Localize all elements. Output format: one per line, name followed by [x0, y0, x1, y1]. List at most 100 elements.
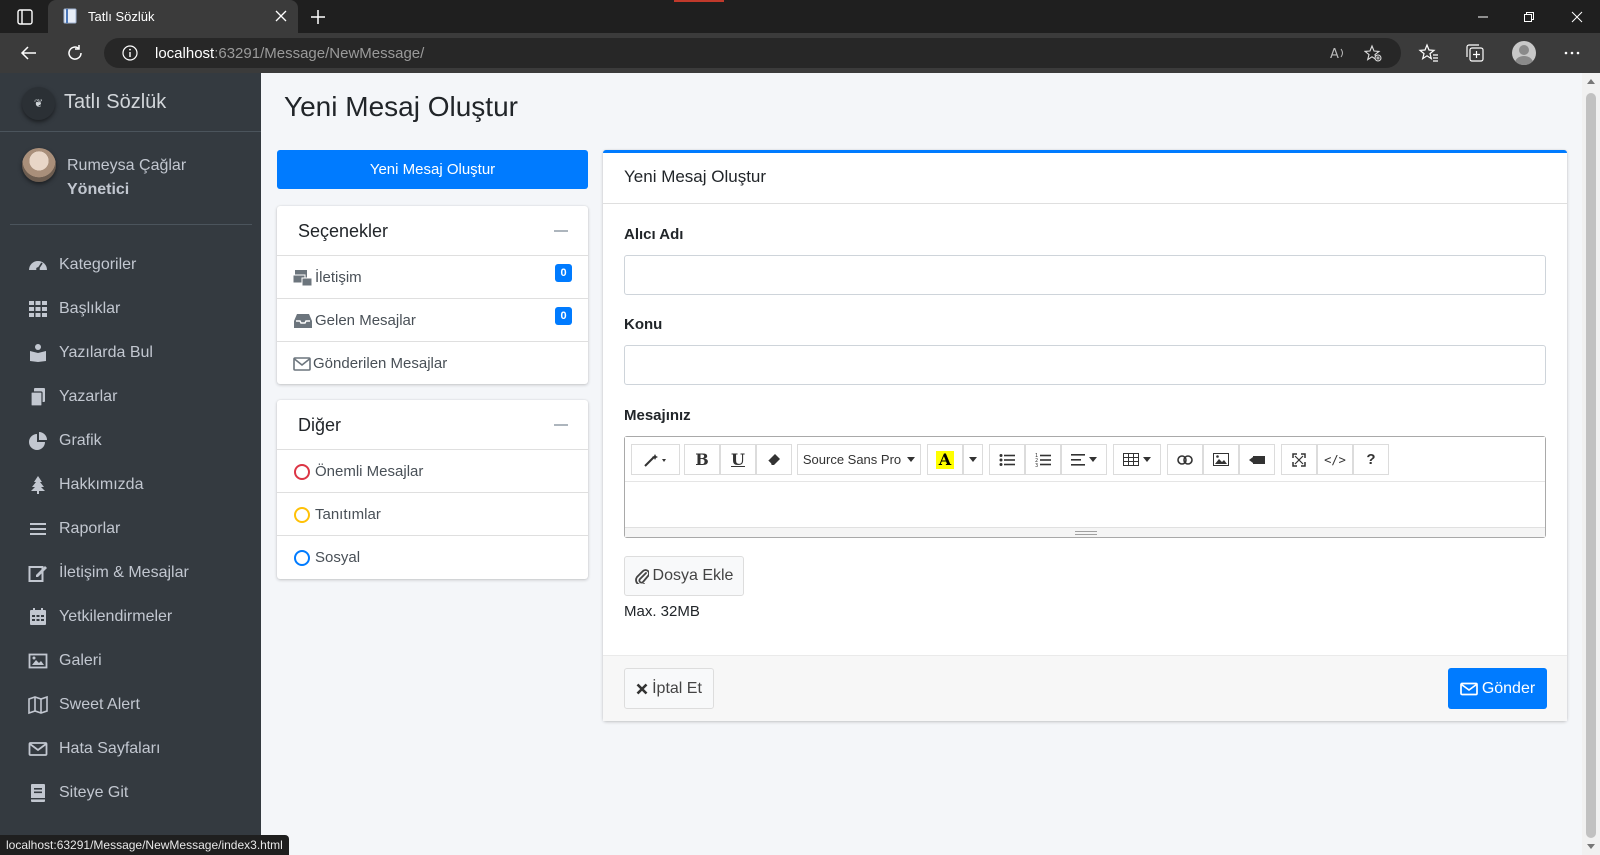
subject-input[interactable]	[624, 345, 1546, 385]
sidebar-item-iletisim-mesajlar[interactable]: İletişim & Mesajlar	[20, 553, 245, 593]
attach-file-label: Dosya Ekle	[652, 567, 734, 584]
url-field[interactable]: localhost:63291/Message/NewMessage/ A	[104, 38, 1401, 68]
resize-grip-icon	[1075, 531, 1097, 535]
refresh-icon[interactable]	[65, 43, 85, 63]
bold-button[interactable]: B	[684, 444, 720, 475]
url-text: localhost:63291/Message/NewMessage/	[155, 45, 425, 62]
pie-chart-icon	[29, 432, 47, 450]
paragraph-align-button[interactable]	[1061, 444, 1107, 475]
recipient-input[interactable]	[624, 255, 1546, 295]
video-icon	[1249, 455, 1265, 464]
page-title: Yeni Mesaj Oluştur	[284, 91, 518, 122]
color-dropdown-button[interactable]	[963, 444, 983, 475]
sidebar-item-yazilarda-bul[interactable]: Yazılarda Bul	[20, 333, 245, 373]
compose-card-footer: İptal Et Gönder	[603, 655, 1567, 721]
collapse-icon[interactable]	[554, 230, 568, 232]
sidebar-item-hakkimizda[interactable]: Hakkımızda	[20, 465, 245, 505]
label-item-label: Önemli Mesajlar	[315, 463, 424, 480]
close-window-button[interactable]	[1554, 0, 1600, 33]
highlight-a-icon: A	[935, 450, 955, 469]
table-button[interactable]	[1113, 444, 1161, 475]
attach-file-button[interactable]: Dosya Ekle	[624, 556, 744, 596]
avatar[interactable]	[22, 148, 56, 182]
close-tab-icon[interactable]	[274, 9, 288, 23]
new-message-button[interactable]: Yeni Mesaj Oluştur	[277, 150, 588, 189]
label-item-sosyal[interactable]: Sosyal	[277, 536, 588, 579]
svg-text:3: 3	[1035, 463, 1038, 467]
browser-address-bar: localhost:63291/Message/NewMessage/ A	[0, 33, 1600, 73]
unordered-list-button[interactable]	[989, 444, 1025, 475]
collections-icon[interactable]	[1464, 42, 1486, 64]
code-view-button[interactable]: </>	[1317, 444, 1353, 475]
brand-link[interactable]: ❦ Tatlı Sözlük	[0, 73, 261, 132]
sidebar-item-galeri[interactable]: Galeri	[20, 641, 245, 681]
cancel-button[interactable]: İptal Et	[624, 668, 714, 709]
tab-actions-icon[interactable]	[15, 7, 35, 27]
minimize-icon	[1478, 16, 1488, 17]
label-item-onemli-mesajlar[interactable]: Önemli Mesajlar	[277, 450, 588, 493]
sidebar-item-label: Hata Sayfaları	[59, 740, 161, 757]
align-left-icon	[1071, 453, 1085, 466]
read-aloud-icon[interactable]: A	[1329, 44, 1347, 62]
minimize-button[interactable]	[1460, 0, 1506, 33]
options-item-gonderilen-mesajlar[interactable]: Gönderilen Mesajlar	[277, 342, 588, 385]
ordered-list-button[interactable]: 123	[1025, 444, 1061, 475]
font-family-value: Source Sans Pro	[802, 452, 902, 467]
message-editor-area[interactable]	[625, 483, 1545, 527]
link-icon	[1177, 454, 1193, 465]
user-name[interactable]: Rumeysa Çağlar	[67, 157, 186, 175]
sidebar-item-hata-sayfalari[interactable]: Hata Sayfaları	[20, 729, 245, 769]
page-scrollbar[interactable]	[1582, 73, 1600, 855]
sidebar-item-siteye-git[interactable]: Siteye Git	[20, 773, 245, 813]
more-options-icon[interactable]	[1561, 42, 1583, 64]
cancel-label: İptal Et	[652, 679, 702, 697]
scroll-up-icon[interactable]	[1587, 79, 1595, 84]
insert-video-button[interactable]	[1239, 444, 1275, 475]
sidebar-item-basliklar[interactable]: Başlıklar	[20, 289, 245, 329]
sidebar-item-grafik[interactable]: Grafik	[20, 421, 245, 461]
options-item-gelen-mesajlar[interactable]: Gelen Mesajlar 0	[277, 299, 588, 342]
compose-card: Yeni Mesaj Oluştur Alıcı Adı Konu Mesajı…	[603, 150, 1567, 721]
envelope-icon	[28, 742, 48, 756]
fullscreen-button[interactable]	[1281, 444, 1317, 475]
insert-link-button[interactable]	[1167, 444, 1203, 475]
add-favorite-icon[interactable]	[1364, 44, 1382, 62]
help-button[interactable]: ?	[1353, 444, 1389, 475]
list-icon	[30, 523, 46, 535]
sidebar-item-yetkilendirmeler[interactable]: Yetkilendirmeler	[20, 597, 245, 637]
sidebar-item-yazarlar[interactable]: Yazarlar	[20, 377, 245, 417]
circle-warning-icon	[294, 507, 310, 523]
text-color-button[interactable]: A	[927, 444, 963, 475]
sidebar-item-sweet-alert[interactable]: Sweet Alert	[20, 685, 245, 725]
sidebar-item-label: Kategoriler	[59, 256, 137, 273]
profile-avatar[interactable]	[1512, 41, 1536, 65]
scrollbar-thumb[interactable]	[1586, 93, 1596, 838]
paperclip-icon	[634, 569, 649, 584]
copy-icon	[30, 388, 45, 407]
browser-tab[interactable]: Tatlı Sözlük	[48, 0, 298, 33]
restore-button[interactable]	[1506, 0, 1552, 33]
scroll-down-icon[interactable]	[1587, 844, 1595, 849]
label-item-tanitimlar[interactable]: Tanıtımlar	[277, 493, 588, 536]
new-tab-icon[interactable]	[308, 7, 328, 27]
close-icon	[1571, 11, 1583, 22]
clear-format-button[interactable]	[756, 444, 792, 475]
back-arrow-icon[interactable]	[19, 43, 39, 63]
sidebar-item-kategoriler[interactable]: Kategoriler	[20, 245, 245, 285]
send-label: Gönder	[1481, 679, 1536, 697]
font-family-select[interactable]: Source Sans Pro	[797, 444, 921, 475]
max-size-help-text: Max. 32MB	[624, 603, 700, 620]
style-button[interactable]	[631, 444, 680, 475]
sidebar-item-label: Galeri	[59, 652, 102, 669]
sidebar-item-raporlar[interactable]: Raporlar	[20, 509, 245, 549]
options-item-iletisim[interactable]: İletişim 0	[277, 256, 588, 299]
site-info-icon[interactable]	[122, 45, 138, 61]
underline-button[interactable]: U	[720, 444, 756, 475]
other-card: Diğer Önemli Mesajlar Tanıtımlar Sosyal	[277, 400, 588, 579]
editor-resize-handle[interactable]	[625, 527, 1545, 537]
caret-down-icon	[969, 457, 977, 462]
collapse-icon[interactable]	[554, 424, 568, 426]
favorites-icon[interactable]	[1418, 42, 1440, 64]
insert-picture-button[interactable]	[1203, 444, 1239, 475]
send-button[interactable]: Gönder	[1448, 668, 1547, 709]
